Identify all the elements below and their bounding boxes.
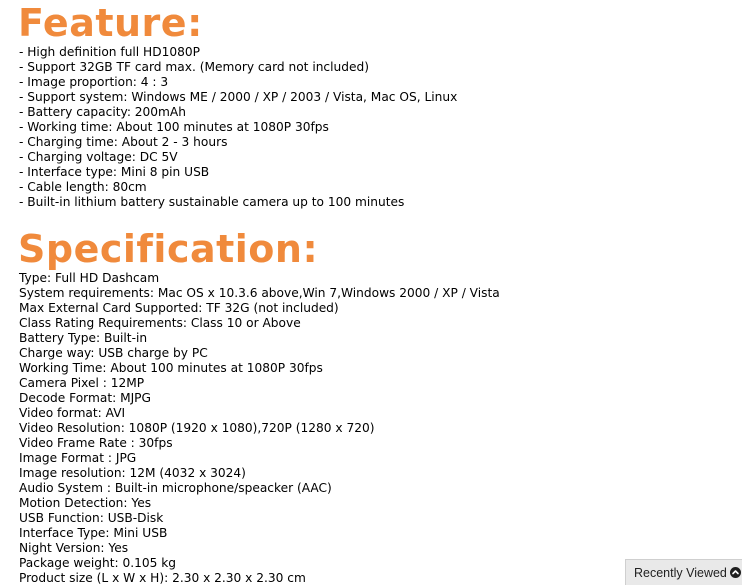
list-item: Video format: AVI bbox=[19, 406, 126, 420]
feature-heading: Feature: bbox=[18, 1, 203, 45]
feature-list: - High definition full HD1080P - Support … bbox=[19, 45, 457, 210]
list-item: Video Resolution: 1080P (1920 x 1080),72… bbox=[19, 421, 375, 435]
list-item: - Charging time: About 2 - 3 hours bbox=[19, 135, 228, 149]
list-item: Night Version: Yes bbox=[19, 541, 129, 555]
list-item: Charge way: USB charge by PC bbox=[19, 346, 208, 360]
specification-heading: Specification: bbox=[18, 227, 319, 271]
list-item: Image resolution: 12M (4032 x 3024) bbox=[19, 466, 246, 480]
list-item: - Battery capacity: 200mAh bbox=[19, 105, 186, 119]
list-item: Audio System : Built-in microphone/speac… bbox=[19, 481, 332, 495]
list-item: Package weight: 0.105 kg bbox=[19, 556, 177, 570]
list-item: Image Format : JPG bbox=[19, 451, 137, 465]
list-item: Max External Card Supported: TF 32G (not… bbox=[19, 301, 339, 315]
list-item: Camera Pixel : 12MP bbox=[19, 376, 145, 390]
list-item: Decode Format: MJPG bbox=[19, 391, 151, 405]
list-item: - Support system: Windows ME / 2000 / XP… bbox=[19, 90, 458, 104]
list-item: - Charging voltage: DC 5V bbox=[19, 150, 178, 164]
list-item: USB Function: USB-Disk bbox=[19, 511, 164, 525]
list-item: Working Time: About 100 minutes at 1080P… bbox=[19, 361, 323, 375]
list-item: Class Rating Requirements: Class 10 or A… bbox=[19, 316, 301, 330]
list-item: System requirements: Mac OS x 10.3.6 abo… bbox=[19, 286, 500, 300]
chevron-up-icon bbox=[730, 567, 741, 578]
list-item: Battery Type: Built-in bbox=[19, 331, 148, 345]
list-item: - Cable length: 80cm bbox=[19, 180, 147, 194]
list-item: - Built-in lithium battery sustainable c… bbox=[19, 195, 405, 209]
recently-viewed-label: Recently Viewed bbox=[634, 566, 727, 580]
list-item: Product size (L x W x H): 2.30 x 2.30 x … bbox=[19, 571, 306, 585]
list-item: Type: Full HD Dashcam bbox=[19, 271, 160, 285]
list-item: - Support 32GB TF card max. (Memory card… bbox=[19, 60, 369, 74]
list-item: Video Frame Rate : 30fps bbox=[19, 436, 173, 450]
list-item: - Working time: About 100 minutes at 108… bbox=[19, 120, 329, 134]
recently-viewed-button[interactable]: Recently Viewed bbox=[625, 559, 742, 585]
list-item: - Interface type: Mini 8 pin USB bbox=[19, 165, 210, 179]
list-item: - High definition full HD1080P bbox=[19, 45, 200, 59]
list-item: Interface Type: Mini USB bbox=[19, 526, 168, 540]
list-item: - Image proportion: 4 : 3 bbox=[19, 75, 169, 89]
specification-list: Type: Full HD Dashcam System requirements… bbox=[19, 271, 500, 585]
list-item: Motion Detection: Yes bbox=[19, 496, 152, 510]
